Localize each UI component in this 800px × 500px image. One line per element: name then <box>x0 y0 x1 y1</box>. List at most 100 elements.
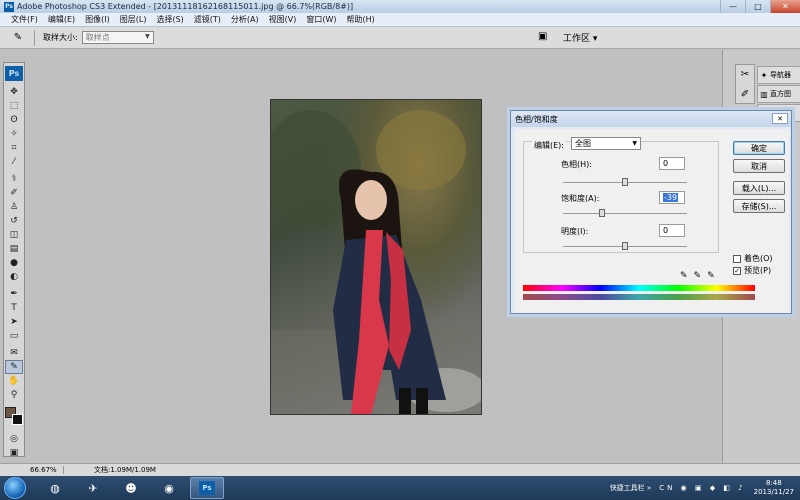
histogram-icon: ▥ <box>760 89 768 99</box>
menu-select[interactable]: 选择(S) <box>151 14 188 25</box>
zoom-level[interactable]: 66.67% <box>30 466 64 474</box>
history-brush-icon[interactable]: ↺ <box>5 214 23 228</box>
divider <box>34 29 35 46</box>
lightness-slider-track[interactable] <box>563 242 687 250</box>
slice-tool-icon[interactable]: ⁄ <box>5 155 23 169</box>
lightness-input[interactable]: 0 <box>659 224 685 237</box>
move-tool-icon[interactable]: ✥ <box>5 85 23 99</box>
photo-content <box>271 110 481 414</box>
quick-mask-icon[interactable]: ◎ <box>5 432 23 446</box>
hand-tool-icon[interactable]: ✋ <box>5 374 23 388</box>
navigator-icon: ✦ <box>760 70 768 80</box>
dodge-tool-icon[interactable]: ◐ <box>5 270 23 284</box>
quick-launch-label[interactable]: 快捷工具栏 » <box>610 483 652 493</box>
chevron-down-icon: ▼ <box>632 140 637 147</box>
saturation-input[interactable]: -39 <box>659 191 685 204</box>
menu-window[interactable]: 窗口(W) <box>301 14 341 25</box>
colorize-checkbox[interactable]: 着色(O) <box>733 253 773 264</box>
eraser-tool-icon[interactable]: ◫ <box>5 228 23 242</box>
close-button[interactable]: ✕ <box>770 0 800 13</box>
marquee-tool-icon[interactable]: ⬚ <box>5 99 23 113</box>
workspace-button[interactable]: 工作区 ▾ <box>563 31 597 44</box>
shape-tool-icon[interactable]: ▭ <box>5 329 23 343</box>
hue-label: 色相(H): <box>561 160 592 169</box>
edit-label: 编辑(E): <box>532 140 566 151</box>
dialog-close-button[interactable]: ✕ <box>772 113 788 124</box>
magic-wand-icon[interactable]: ✧ <box>5 127 23 141</box>
menu-file[interactable]: 文件(F) <box>6 14 43 25</box>
brush-presets-icon[interactable]: ✐ <box>736 85 754 105</box>
ok-button[interactable]: 确定 <box>733 141 785 155</box>
menu-image[interactable]: 图像(I) <box>80 14 115 25</box>
edit-value: 全图 <box>575 139 591 148</box>
tools-icon[interactable]: ✂ <box>736 65 754 85</box>
eyedropper-add-icon[interactable]: ✎ <box>694 271 702 281</box>
eyedropper-tool-icon[interactable]: ✎ <box>5 360 23 374</box>
minimize-button[interactable]: — <box>720 0 745 13</box>
lightness-slider-thumb[interactable] <box>622 242 628 250</box>
options-bar: ✎ 取样大小: 取样点 ▼ ▣ 工作区 ▾ <box>0 27 800 49</box>
start-button[interactable] <box>4 477 26 499</box>
adjustment-group <box>523 141 719 253</box>
menu-help[interactable]: 帮助(H) <box>342 14 380 25</box>
eyedropper-subtract-icon[interactable]: ✎ <box>707 271 715 281</box>
dock-item-histogram[interactable]: ▥ 直方图 <box>757 85 800 103</box>
pen-tool-icon[interactable]: ✒ <box>5 287 23 301</box>
hue-slider-thumb[interactable] <box>622 178 628 186</box>
colorize-box[interactable] <box>733 254 741 263</box>
menu-edit[interactable]: 编辑(E) <box>43 14 80 25</box>
clone-stamp-icon[interactable]: ♙ <box>5 200 23 214</box>
lasso-tool-icon[interactable]: ʘ <box>5 113 23 127</box>
background-color-swatch[interactable] <box>12 414 23 425</box>
edit-select[interactable]: 全图 ▼ <box>571 137 641 150</box>
notes-tool-icon[interactable]: ✉ <box>5 346 23 360</box>
output-color-bar <box>523 294 755 300</box>
preview-checkbox[interactable]: ✓ 预览(P) <box>733 265 771 276</box>
save-button[interactable]: 存储(S)... <box>733 199 785 213</box>
camera-icon[interactable]: ▣ <box>538 31 554 43</box>
healing-brush-icon[interactable]: ⚕ <box>5 172 23 186</box>
saturation-slider-track[interactable] <box>563 209 687 217</box>
input-color-bar <box>523 285 755 291</box>
menu-filter[interactable]: 滤镜(T) <box>189 14 226 25</box>
menu-analysis[interactable]: 分析(A) <box>226 14 264 25</box>
zoom-tool-icon[interactable]: ⚲ <box>5 388 23 402</box>
menu-view[interactable]: 视图(V) <box>264 14 302 25</box>
screen-mode-icon[interactable]: ▣ <box>5 446 23 460</box>
saturation-value: -39 <box>663 193 679 202</box>
eyedropper-icon[interactable]: ✎ <box>680 271 688 281</box>
tray-icons[interactable]: CN ◉ ▣ ◆ ◧ ♪ <box>659 484 745 492</box>
crop-tool-icon[interactable]: ⌗ <box>5 141 23 155</box>
hue-slider-track[interactable] <box>563 178 687 186</box>
colorize-label: 着色(O) <box>744 254 773 263</box>
preview-box[interactable]: ✓ <box>733 266 741 275</box>
taskbar-app-photoshop[interactable]: Ps <box>190 477 224 499</box>
taskbar-app-media[interactable]: ◉ <box>152 477 186 499</box>
cancel-button[interactable]: 取消 <box>733 159 785 173</box>
path-select-icon[interactable]: ➤ <box>5 315 23 329</box>
maximize-button[interactable]: □ <box>745 0 770 13</box>
color-swatches[interactable] <box>4 406 24 426</box>
taskbar-app-qq[interactable]: ☻ <box>114 477 148 499</box>
taskbar-app-bird[interactable]: ✈ <box>76 477 110 499</box>
gradient-tool-icon[interactable]: ▤ <box>5 242 23 256</box>
load-button[interactable]: 载入(L)... <box>733 181 785 195</box>
taskbar: ◍ ✈ ☻ ◉ Ps 快捷工具栏 » CN ◉ ▣ ◆ ◧ ♪ 8:48 201… <box>0 476 800 500</box>
brush-tool-icon[interactable]: ✐ <box>5 186 23 200</box>
type-tool-icon[interactable]: T <box>5 301 23 315</box>
hue-input[interactable]: 0 <box>659 157 685 170</box>
saturation-label: 饱和度(A): <box>561 194 600 203</box>
title-bar: Ps Adobe Photoshop CS3 Extended - [20131… <box>0 0 800 13</box>
document-size: 文档:1.09M/1.09M <box>94 466 156 474</box>
menu-layer[interactable]: 图层(L) <box>115 14 152 25</box>
blur-tool-icon[interactable]: ● <box>5 256 23 270</box>
browser-icon: ◍ <box>50 481 60 495</box>
saturation-slider-thumb[interactable] <box>599 209 605 217</box>
sample-size-select[interactable]: 取样点 ▼ <box>81 31 154 44</box>
chevron-down-icon: ▼ <box>145 33 150 40</box>
taskbar-app-browser[interactable]: ◍ <box>38 477 72 499</box>
clock[interactable]: 8:48 2013/11/27 <box>754 479 794 497</box>
dock-item-navigator[interactable]: ✦ 导航器 <box>757 66 800 84</box>
document-image[interactable] <box>270 99 482 415</box>
eyedropper-icon[interactable]: ✎ <box>10 31 26 45</box>
